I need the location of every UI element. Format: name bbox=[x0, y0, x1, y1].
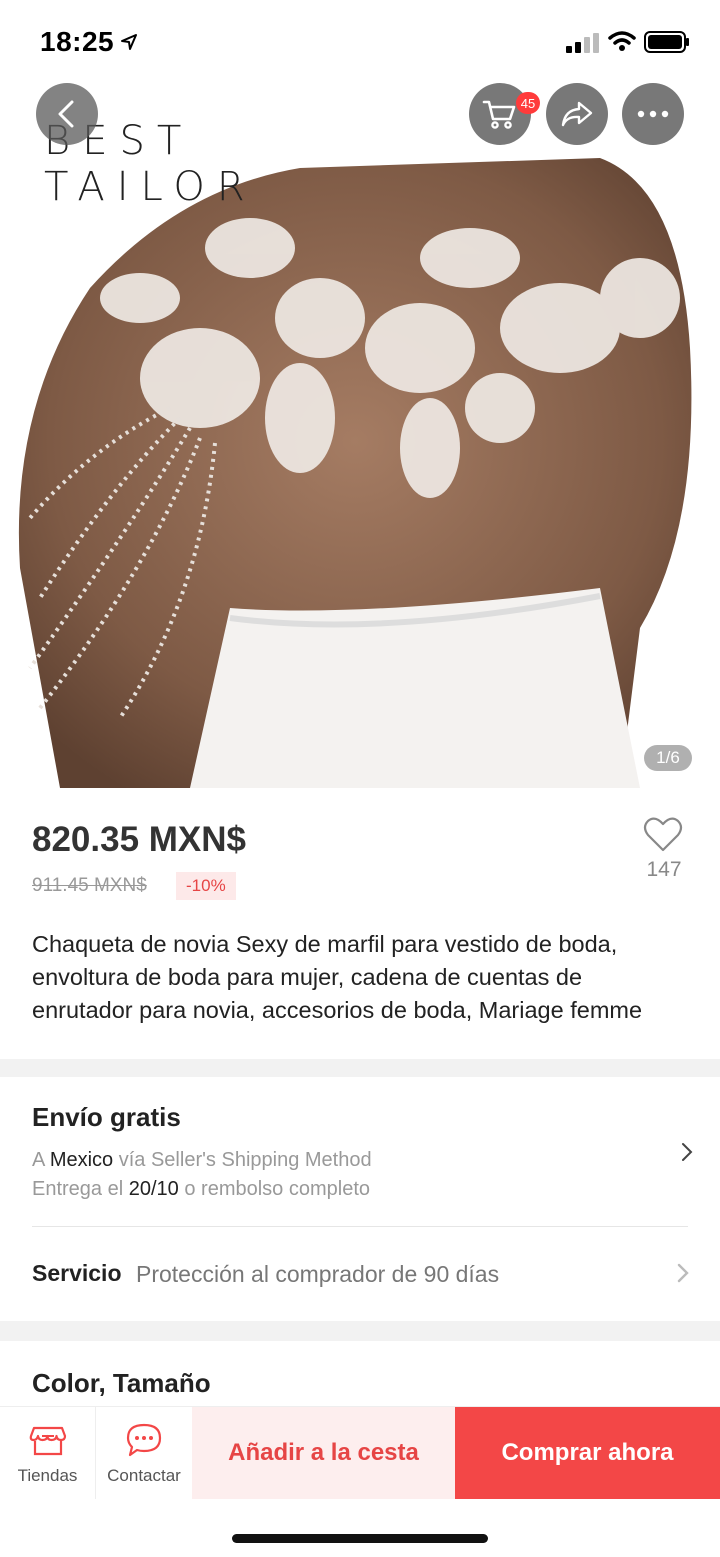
service-text: Protección al comprador de 90 días bbox=[136, 1261, 500, 1287]
brand-logo-line2: TAILOR bbox=[44, 164, 257, 210]
shipping-title: Envío gratis bbox=[32, 1102, 181, 1132]
row-divider bbox=[32, 1226, 688, 1227]
delivery-prefix: Entrega el bbox=[32, 1178, 124, 1200]
home-indicator[interactable] bbox=[232, 1534, 488, 1543]
back-button[interactable] bbox=[36, 83, 98, 145]
buy-now-button[interactable]: Comprar ahora bbox=[455, 1407, 720, 1499]
shipping-method: vía Seller's Shipping Method bbox=[118, 1149, 372, 1171]
shipping-country: Mexico bbox=[49, 1149, 114, 1171]
bottom-action-bar: Tiendas Contactar Añadir a la cesta Comp… bbox=[0, 1406, 720, 1499]
battery-icon bbox=[644, 31, 689, 53]
section-divider bbox=[0, 1321, 720, 1341]
share-button[interactable] bbox=[546, 83, 608, 145]
image-counter: 1/6 bbox=[644, 745, 692, 771]
heart-icon[interactable] bbox=[643, 816, 683, 854]
more-dots-icon bbox=[637, 110, 669, 118]
stores-label: Tiendas bbox=[17, 1466, 78, 1485]
chevron-right-icon bbox=[677, 1263, 689, 1283]
shipping-delivery: Entrega el 20/10 o rembolso completo bbox=[32, 1178, 370, 1201]
color-size-title[interactable]: Color, Tamaño bbox=[32, 1368, 211, 1399]
cart-icon bbox=[482, 100, 516, 129]
product-photo[interactable] bbox=[0, 148, 720, 788]
status-time: 18:25 bbox=[40, 26, 115, 57]
contact-label: Contactar bbox=[107, 1466, 181, 1485]
discount-badge: -10% bbox=[176, 872, 236, 900]
section-divider bbox=[0, 1059, 720, 1077]
contact-tab[interactable]: Contactar bbox=[96, 1407, 192, 1499]
add-to-cart-button[interactable]: Añadir a la cesta bbox=[192, 1407, 455, 1499]
product-title: Chaqueta de novia Sexy de marfil para ve… bbox=[32, 931, 643, 1023]
status-bar: 18:25 bbox=[0, 0, 720, 88]
store-icon bbox=[29, 1426, 66, 1456]
chevron-left-icon bbox=[58, 100, 74, 128]
delivery-date: 20/10 bbox=[128, 1178, 179, 1200]
location-arrow-icon bbox=[121, 34, 137, 50]
chat-bubble-icon bbox=[126, 1423, 162, 1457]
cellular-signal-icon bbox=[566, 33, 599, 53]
product-image-gallery[interactable]: BEST TAILOR 1/6 bbox=[0, 0, 720, 800]
chevron-right-icon bbox=[682, 1143, 693, 1161]
more-options-button[interactable] bbox=[622, 83, 684, 145]
service-label: Servicio bbox=[32, 1260, 122, 1286]
wishlist-count: 147 bbox=[646, 858, 682, 881]
stores-tab[interactable]: Tiendas bbox=[0, 1407, 96, 1499]
delivery-guarantee: o rembolso completo bbox=[184, 1178, 371, 1200]
wifi-icon bbox=[608, 31, 636, 51]
cart-count-badge: 45 bbox=[516, 92, 540, 114]
product-price: 820.35 MXN$ bbox=[32, 820, 247, 859]
shipping-destination-prefix: A bbox=[32, 1149, 45, 1171]
shipping-destination: A Mexico vía Seller's Shipping Method bbox=[32, 1149, 372, 1172]
original-price: 911.45 MXN$ bbox=[32, 875, 147, 896]
share-icon bbox=[561, 101, 593, 127]
